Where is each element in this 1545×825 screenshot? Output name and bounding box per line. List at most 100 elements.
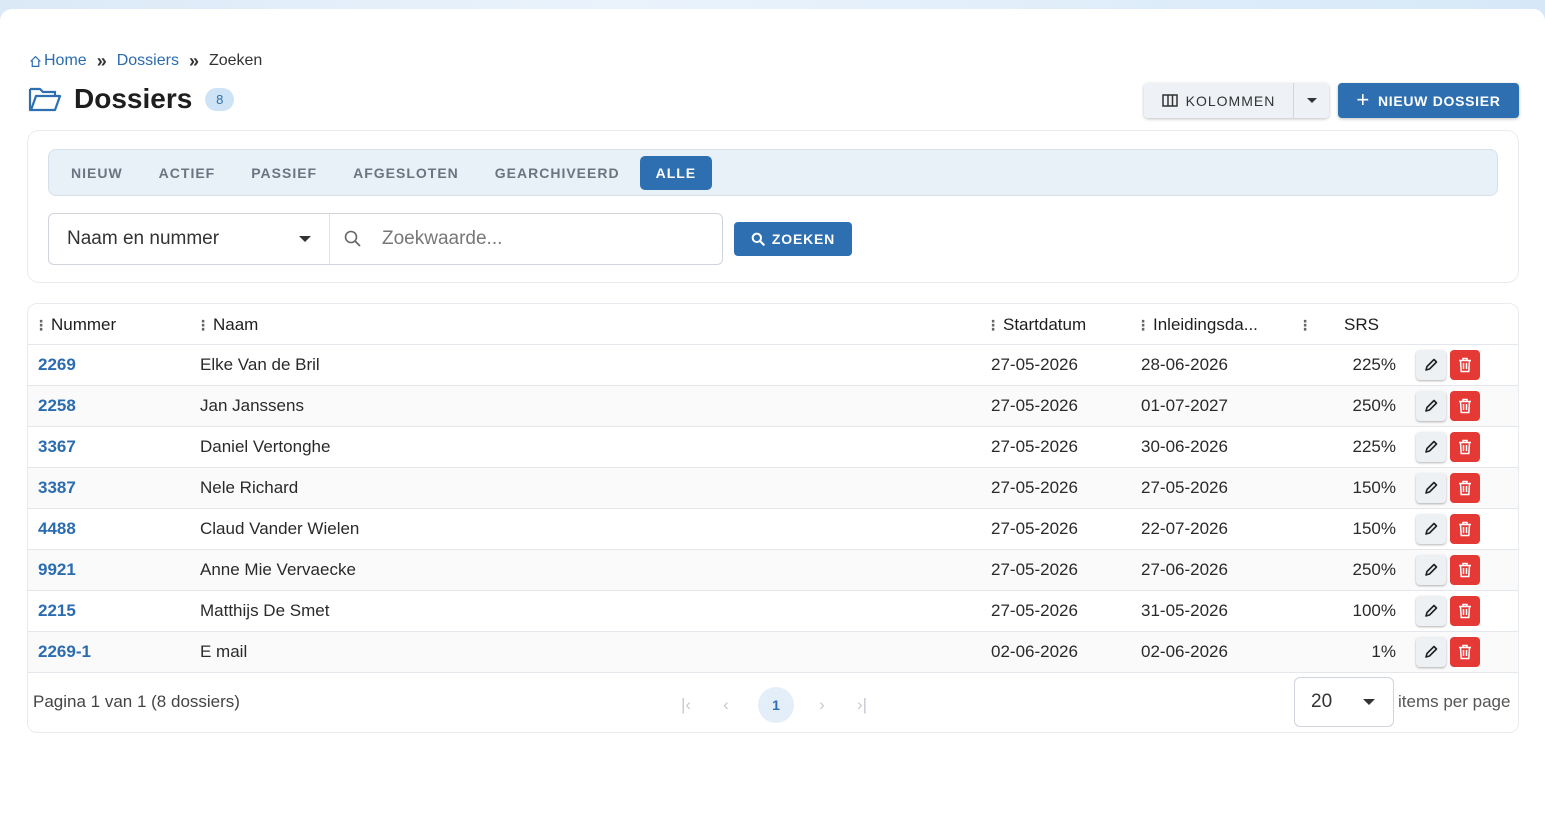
cell-srs: 150% [1352,519,1396,538]
pagination: |‹ ‹ 1 › ›| [668,687,884,723]
dossier-number-link[interactable]: 3387 [38,468,76,508]
delete-button[interactable] [1450,596,1480,626]
chevron-down-icon [1306,98,1317,103]
next-page-icon[interactable]: › [804,687,840,723]
table-row[interactable]: 2215 Matthijs De Smet 27-05-2026 31-05-2026… [28,591,1518,632]
breadcrumb-dossiers[interactable]: Dossiers [117,52,179,70]
title-wrap: Dossiers 8 [28,83,235,115]
trash-icon [1459,521,1471,537]
last-page-icon[interactable]: ›| [844,687,880,723]
search-input[interactable] [382,228,682,250]
cell-inleidingsdatum: 27-06-2026 [1141,560,1228,579]
dossier-number-link[interactable]: 4488 [38,509,76,549]
delete-button[interactable] [1450,391,1480,421]
search-field-select[interactable]: Naam en nummer [49,214,330,264]
column-menu-icon[interactable]: ⋮ [34,318,48,332]
pencil-icon [1425,522,1438,535]
edit-button[interactable] [1416,555,1446,585]
cell-naam: Daniel Vertonghe [200,437,331,456]
dossier-number-link[interactable]: 2215 [38,591,76,631]
column-header-startdatum[interactable]: ⋮ Startdatum [986,304,1086,345]
trash-icon [1459,357,1471,373]
search-input-wrap [330,214,722,264]
breadcrumb-current: Zoeken [208,52,263,69]
table-row[interactable]: 3367 Daniel Vertonghe 27-05-2026 30-06-2026… [28,427,1518,468]
page-number-button[interactable]: 1 [758,687,794,723]
breadcrumb-home[interactable]: Home [29,52,87,70]
column-menu-icon[interactable]: ⋮ [1136,318,1150,332]
column-label: Nummer [51,314,117,334]
column-menu-icon[interactable]: ⋮ [986,318,1000,332]
first-page-icon[interactable]: |‹ [668,687,704,723]
items-per-page-select[interactable]: 20 [1294,677,1394,727]
dossier-number-link[interactable]: 2269 [38,345,76,385]
search-row: Naam en nummer ZOEKEN [48,213,852,265]
trash-icon [1459,603,1471,619]
search-icon [751,232,766,246]
dossier-number-link[interactable]: 9921 [38,550,76,590]
home-icon [30,55,41,67]
search-button[interactable]: ZOEKEN [734,222,852,256]
tab-nieuw[interactable]: NIEUW [53,156,141,190]
cell-startdatum: 27-05-2026 [991,560,1078,579]
tab-passief[interactable]: PASSIEF [233,156,335,190]
column-header-naam[interactable]: ⋮ Naam [196,304,258,345]
cell-naam: Anne Mie Vervaecke [200,560,356,579]
delete-button[interactable] [1450,350,1480,380]
column-header-srs-menu[interactable]: ⋮ [1298,304,1315,345]
cell-srs: 250% [1352,396,1396,415]
table-row[interactable]: 9921 Anne Mie Vervaecke 27-05-2026 27-06-20… [28,550,1518,591]
delete-button[interactable] [1450,514,1480,544]
cell-inleidingsdatum: 22-07-2026 [1141,519,1228,538]
delete-button[interactable] [1450,432,1480,462]
delete-button[interactable] [1450,473,1480,503]
cell-naam: Claud Vander Wielen [200,519,360,538]
status-tabs: NIEUW ACTIEF PASSIEF AFGESLOTEN GEARCHIV… [48,149,1498,196]
new-dossier-button[interactable]: + NIEUW DOSSIER [1338,83,1519,118]
table-row[interactable]: 2258 Jan Janssens 27-05-2026 01-07-2027 250% [28,386,1518,427]
tab-gearchiveerd[interactable]: GEARCHIVEERD [477,156,638,190]
delete-button[interactable] [1450,555,1480,585]
tab-actief[interactable]: ACTIEF [141,156,234,190]
columns-dropdown-button[interactable] [1294,83,1329,118]
page-header: Dossiers 8 KOLOMMEN + NIEUW DOSSIER [28,81,1519,121]
cell-startdatum: 27-05-2026 [991,355,1078,374]
trash-icon [1459,562,1471,578]
pencil-icon [1425,399,1438,412]
columns-button[interactable]: KOLOMMEN [1144,83,1294,118]
table-row[interactable]: 4488 Claud Vander Wielen 27-05-2026 22-07-2… [28,509,1518,550]
page: Home » Dossiers » Zoeken Dossiers 8 KOLO… [0,9,1545,825]
cell-inleidingsdatum: 30-06-2026 [1141,437,1228,456]
columns-button-group: KOLOMMEN [1144,83,1329,118]
prev-page-icon[interactable]: ‹ [708,687,744,723]
column-header-inleidingsdatum[interactable]: ⋮ Inleidingsda... [1136,304,1258,345]
delete-button[interactable] [1450,637,1480,667]
column-menu-icon[interactable]: ⋮ [196,318,210,332]
table-row[interactable]: 2269 Elke Van de Bril 27-05-2026 28-06-2026… [28,345,1518,386]
table-row[interactable]: 2269-1 E mail 02-06-2026 02-06-2026 1% [28,632,1518,673]
breadcrumb: Home » Dossiers » Zoeken [29,51,262,71]
column-label: Inleidingsda... [1153,314,1258,334]
edit-button[interactable] [1416,432,1446,462]
column-menu-icon[interactable]: ⋮ [1298,318,1312,332]
dossier-number-link[interactable]: 2269-1 [38,632,91,672]
breadcrumb-home-label: Home [44,52,87,69]
cell-startdatum: 27-05-2026 [991,437,1078,456]
cell-naam: E mail [200,642,248,661]
edit-button[interactable] [1416,596,1446,626]
pencil-icon [1425,358,1438,371]
edit-button[interactable] [1416,350,1446,380]
pencil-icon [1425,645,1438,658]
page-title: Dossiers [74,83,193,114]
column-header-srs[interactable]: SRS [1344,304,1379,345]
edit-button[interactable] [1416,514,1446,544]
table-row[interactable]: 3387 Nele Richard 27-05-2026 27-05-2026 150% [28,468,1518,509]
column-header-nummer[interactable]: ⋮ Nummer [34,304,116,345]
edit-button[interactable] [1416,637,1446,667]
tab-afgesloten[interactable]: AFGESLOTEN [335,156,477,190]
dossier-number-link[interactable]: 3367 [38,427,76,467]
edit-button[interactable] [1416,391,1446,421]
tab-alle[interactable]: ALLE [639,155,713,190]
dossier-number-link[interactable]: 2258 [38,386,76,426]
edit-button[interactable] [1416,473,1446,503]
